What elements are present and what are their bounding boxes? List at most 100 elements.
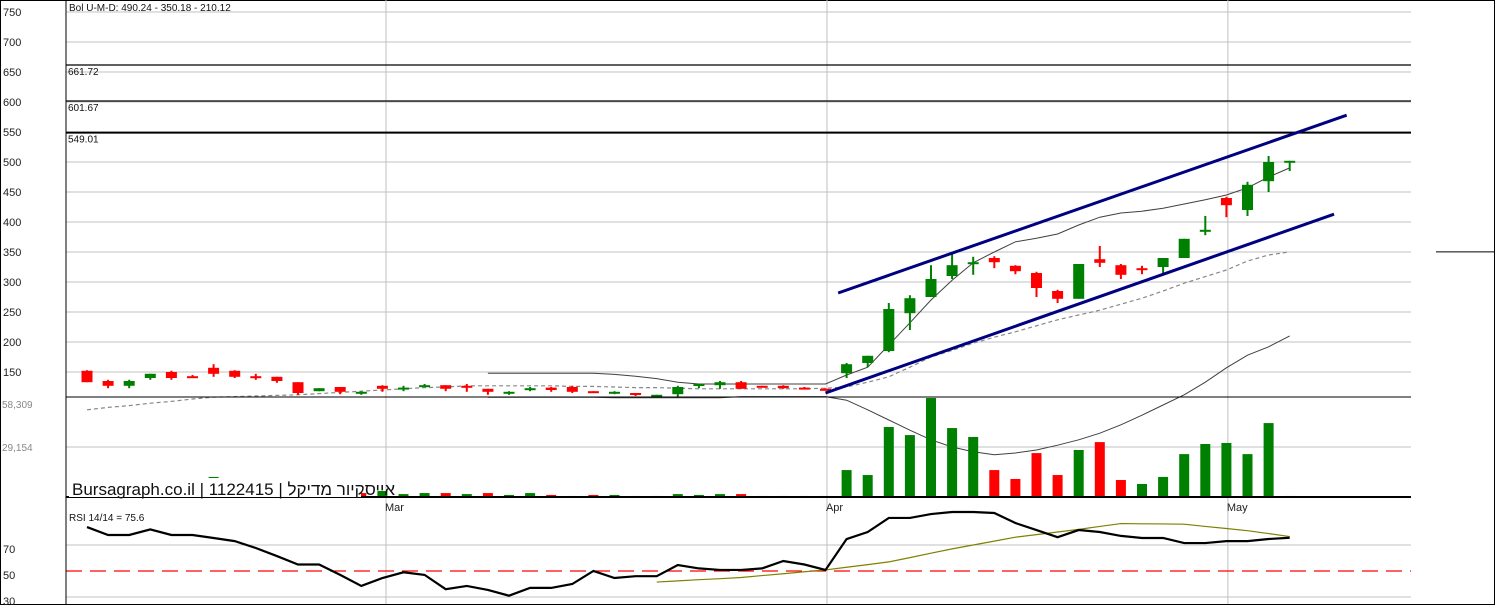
month-label: Apr bbox=[826, 502, 843, 514]
candle-body bbox=[144, 373, 156, 378]
candle-body bbox=[630, 393, 642, 395]
volume-bar bbox=[1200, 443, 1211, 497]
candle-body bbox=[714, 382, 726, 386]
horizontal-level-label: 661.72 bbox=[68, 67, 99, 78]
chart-frame bbox=[0, 0, 1495, 605]
candle-body bbox=[988, 258, 1000, 263]
candle-body bbox=[81, 370, 93, 383]
candle-body bbox=[1052, 291, 1064, 299]
price-tick-label: 400 bbox=[3, 217, 21, 229]
price-tick-label: 200 bbox=[3, 337, 21, 349]
candle-body bbox=[566, 387, 578, 392]
candle-body bbox=[925, 279, 937, 297]
candle-body bbox=[440, 385, 452, 389]
candle-body bbox=[1157, 258, 1169, 267]
month-label: May bbox=[1227, 502, 1248, 514]
volume-bar bbox=[1179, 454, 1190, 497]
volume-bar bbox=[1010, 478, 1021, 497]
candle-body bbox=[1284, 160, 1296, 163]
volume-bar bbox=[883, 427, 894, 497]
price-tick-label: 600 bbox=[3, 97, 21, 109]
candle-body bbox=[271, 376, 283, 381]
candle-body bbox=[1178, 238, 1190, 258]
volume-bar bbox=[926, 398, 936, 497]
candle-body bbox=[672, 387, 684, 395]
candle-body bbox=[1094, 259, 1106, 263]
candle-body bbox=[482, 388, 494, 392]
candle-body bbox=[208, 367, 220, 374]
candle-body bbox=[355, 391, 367, 394]
candle-body bbox=[798, 387, 810, 390]
candle-body bbox=[904, 298, 916, 314]
horizontal-level-label: 601.67 bbox=[68, 103, 99, 114]
volume-bar bbox=[1158, 476, 1169, 497]
volume-bar bbox=[947, 428, 958, 497]
volume-bar bbox=[968, 436, 979, 497]
volume-tick-label: 29,154 bbox=[2, 443, 33, 454]
price-tick-label: 350 bbox=[3, 247, 21, 259]
candle-body bbox=[1136, 268, 1148, 271]
candle-body bbox=[841, 364, 853, 374]
price-tick-label: 300 bbox=[3, 277, 21, 289]
candle-body bbox=[187, 376, 198, 379]
candle-body bbox=[587, 391, 599, 394]
candle-body bbox=[693, 384, 705, 386]
volume-bar bbox=[1242, 454, 1253, 497]
price-tick-label: 150 bbox=[3, 367, 21, 379]
candle-body bbox=[756, 385, 768, 388]
candle-body bbox=[503, 391, 515, 394]
candle-body bbox=[1199, 229, 1211, 232]
candle-body bbox=[419, 385, 431, 388]
candle-body bbox=[376, 385, 388, 389]
volume-bar bbox=[1115, 480, 1126, 497]
month-label: Mar bbox=[385, 502, 404, 514]
price-tick-label: 250 bbox=[3, 307, 21, 319]
candle-body bbox=[165, 372, 177, 378]
candle-body bbox=[292, 382, 304, 393]
volume-bar bbox=[1073, 450, 1084, 497]
price-tick-label: 700 bbox=[3, 37, 21, 49]
candle-body bbox=[123, 381, 135, 386]
candle-body bbox=[883, 309, 895, 351]
candle-body bbox=[334, 387, 346, 392]
candle-body bbox=[777, 385, 789, 389]
candle-body bbox=[1073, 264, 1085, 299]
volume-bar bbox=[1052, 475, 1063, 497]
candle-body bbox=[250, 376, 262, 379]
volume-bar bbox=[1094, 442, 1105, 497]
candle-body bbox=[1263, 162, 1275, 182]
volume-tick-label: 58,309 bbox=[2, 400, 33, 411]
bollinger-title: Bol U-M-D: 490.24 - 350.18 - 210.12 bbox=[69, 3, 231, 14]
candle-body bbox=[1115, 265, 1127, 275]
watermark: Bursagraph.co.il | 1122415 | אייסקיור מד… bbox=[72, 480, 395, 499]
volume-bar bbox=[1031, 453, 1042, 497]
rsi-title: RSI 14/14 = 75.6 bbox=[69, 513, 145, 524]
volume-bar bbox=[904, 435, 915, 497]
rsi-tick-label: 70 bbox=[3, 544, 15, 556]
candle-body bbox=[398, 387, 409, 390]
candle-body bbox=[967, 262, 979, 265]
price-tick-label: 500 bbox=[3, 157, 21, 169]
candle-body bbox=[1009, 265, 1021, 272]
candle-body bbox=[524, 388, 536, 391]
volume-bar bbox=[1263, 423, 1274, 497]
stock-chart: 661.72 601.67 549.01 750 700 650 600 550 500 450… bbox=[0, 0, 1495, 606]
horizontal-level-label: 549.01 bbox=[68, 135, 99, 146]
volume-bar bbox=[1137, 483, 1147, 497]
candle-body bbox=[609, 391, 620, 394]
volume-bar bbox=[841, 470, 852, 497]
candle-body bbox=[545, 387, 557, 390]
volume-bar bbox=[862, 475, 873, 497]
candle-body bbox=[461, 385, 473, 388]
candle-body bbox=[862, 355, 874, 363]
price-tick-label: 750 bbox=[3, 7, 21, 19]
price-tick-label: 650 bbox=[3, 67, 21, 79]
volume-bar bbox=[989, 470, 1000, 497]
volume-bar bbox=[1221, 442, 1232, 497]
rsi-tick-label: 30 bbox=[3, 596, 15, 606]
candle-body bbox=[313, 388, 325, 392]
candle-body bbox=[1220, 198, 1232, 206]
candle-body bbox=[735, 382, 747, 389]
candle-body bbox=[1242, 184, 1253, 210]
rsi-tick-label: 50 bbox=[3, 570, 15, 582]
